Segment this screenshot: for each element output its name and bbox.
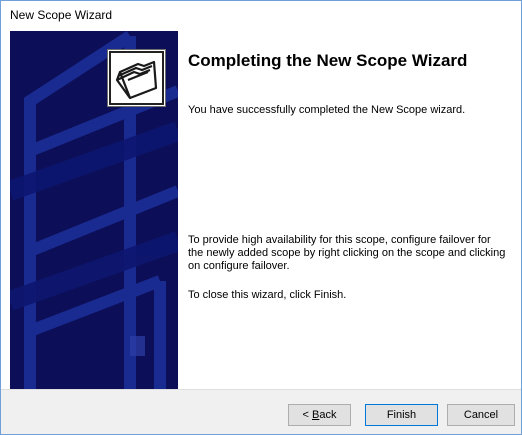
failover-instructions: To provide high availability for this sc… [188,234,506,272]
wizard-side-banner [10,31,178,389]
back-prefix: < [302,409,312,421]
completion-message: You have successfully completed the New … [188,104,466,116]
wizard-content: Completing the New Scope Wizard You have… [178,31,514,389]
page-title: Completing the New Scope Wizard [188,51,468,70]
title-bar[interactable]: New Scope Wizard [1,1,521,31]
window-title: New Scope Wizard [10,8,113,22]
back-button[interactable]: < Back [288,404,351,426]
folders-icon [107,49,166,107]
finish-button[interactable]: Finish [365,404,438,426]
button-bar: < Back Finish Cancel [1,389,521,434]
close-instructions: To close this wizard, click Finish. [188,289,347,301]
cancel-button[interactable]: Cancel [447,404,515,426]
wizard-window: New Scope Wizard Completing the New Scop… [0,0,522,435]
back-label-rest: ack [319,409,337,421]
